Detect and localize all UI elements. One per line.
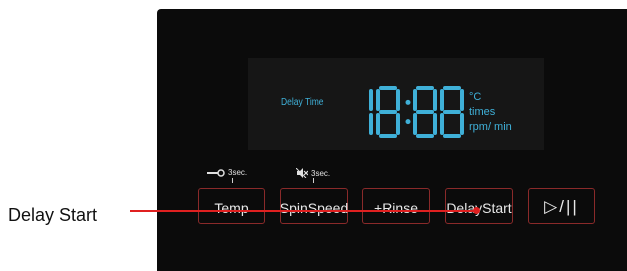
callout-pointer-line <box>130 210 477 212</box>
unit-times: times <box>469 106 496 118</box>
seven-segment-time-display <box>369 86 464 138</box>
temp-hint-text: 3sec. <box>228 168 248 177</box>
play-pause-button[interactable]: ▷/|| <box>528 188 595 224</box>
play-pause-icon: ▷/|| <box>544 197 579 216</box>
spin-hint-text: 3sec. <box>311 168 331 178</box>
temp-button[interactable]: Temp <box>198 188 265 224</box>
callout-label: Delay Start <box>8 205 98 225</box>
rinse-button-label: +Rinse <box>374 200 418 216</box>
rinse-button[interactable]: +Rinse <box>362 188 430 224</box>
key-lock-icon <box>207 168 225 177</box>
temp-hold-hint: 3sec. <box>207 168 247 177</box>
colon-dot <box>405 119 411 125</box>
delay-time-label: Delay Time <box>281 97 324 108</box>
temp-hint-tick <box>232 178 233 183</box>
spin-hold-hint: 3sec. <box>296 168 330 178</box>
delay-start-button[interactable]: DelayStart <box>445 188 513 224</box>
spin-hint-tick <box>313 178 314 183</box>
unit-celsius: °C <box>469 91 482 103</box>
spin-speed-button[interactable]: SpinSpeed <box>280 188 348 224</box>
unit-rpm: rpm/ min <box>469 121 512 133</box>
colon-dot <box>405 99 411 105</box>
spin-speed-button-label: SpinSpeed <box>279 200 349 216</box>
temp-button-label: Temp <box>214 200 249 216</box>
mute-icon <box>296 168 308 178</box>
callout-pointer-dot <box>473 207 480 214</box>
